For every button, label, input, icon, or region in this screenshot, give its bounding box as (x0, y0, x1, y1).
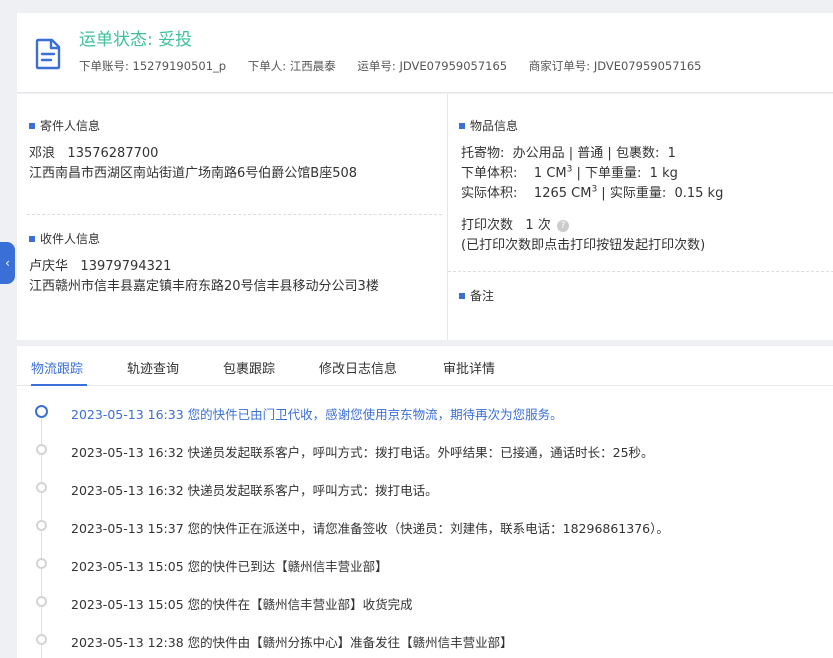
actual-volume: 1265 CM (533, 186, 592, 201)
tab-package-tracking[interactable]: 包裹跟踪 (223, 358, 275, 377)
tab-change-log[interactable]: 修改日志信息 (319, 358, 397, 377)
section-marker-icon (29, 235, 35, 242)
collapse-handle[interactable]: ‹ (0, 242, 15, 284)
question-icon[interactable]: ? (556, 220, 569, 232)
timeline-dot-icon (36, 482, 47, 493)
sender-section-title: 寄件人信息 (29, 117, 100, 134)
timeline-event: 2023-05-13 12:38 您的快件由【赣州分拣中心】准备发往【赣州信丰营… (17, 630, 833, 650)
event-time: 2023-05-13 15:37 (71, 521, 184, 536)
timeline-event: 2023-05-13 15:05 您的快件在【赣州信丰营业部】收货完成 (17, 592, 833, 612)
event-text: 您的快件由【赣州分拣中心】准备发往【赣州信丰营业部】 (187, 635, 513, 650)
print-hint: (已打印次数即点击打印按钮发起打印次数) (461, 238, 706, 253)
timeline-event: 2023-05-13 16:32 快递员发起联系客户，呼叫方式：拨打电话。 (17, 478, 833, 498)
event-text: 快递员发起联系客户，呼叫方式：拨打电话。外呼结果：已接通，通话时长：25秒。 (187, 445, 654, 460)
active-tab-indicator (31, 384, 87, 386)
orderer-label: 下单人: (247, 59, 287, 73)
tracking-panel: 物流跟踪 轨迹查询 包裹跟踪 修改日志信息 审批详情 2023-05-13 16… (17, 346, 833, 658)
timeline-dot-icon (36, 558, 47, 569)
waybill-number-label: 运单号: (357, 59, 396, 73)
remark-section-title: 备注 (459, 287, 494, 304)
actual-weight: 0.15 kg (674, 186, 724, 201)
section-divider (27, 214, 442, 215)
orderer-value: 江西晨泰 (289, 59, 336, 73)
sender-contact: 邓浪 13576287700 (29, 144, 158, 164)
receiver-address: 江西赣州市信丰县嘉定镇丰府东路20号信丰县移动分公司3楼 (29, 279, 379, 294)
package-count: 1 (667, 146, 676, 161)
merchant-order-label: 商家订单号: (528, 59, 591, 73)
event-text: 您的快件已到达【赣州信丰营业部】 (187, 559, 388, 574)
receiver-name: 卢庆华 (29, 259, 69, 274)
order-volume: 1 CM (533, 166, 567, 181)
timeline-dot-icon (35, 405, 48, 418)
tracking-tabs: 物流跟踪 轨迹查询 包裹跟踪 修改日志信息 审批详情 (17, 346, 833, 386)
timeline-dot-icon (36, 444, 47, 455)
section-marker-icon (29, 122, 35, 129)
event-time: 2023-05-13 12:38 (71, 635, 184, 650)
timeline-event: 2023-05-13 15:37 您的快件正在派送中，请您准备签收（快递员：刘建… (17, 516, 833, 536)
event-text: 您的快件在【赣州信丰营业部】收货完成 (187, 597, 413, 612)
sender-address: 江西南昌市西湖区南站街道广场南路6号伯爵公馆B座508 (29, 166, 358, 181)
tab-approval-details[interactable]: 审批详情 (443, 358, 495, 377)
print-count-value: 1 次 (525, 218, 551, 233)
receiver-section-title: 收件人信息 (29, 230, 100, 247)
section-marker-icon (459, 292, 465, 299)
goods-section-title: 物品信息 (459, 117, 518, 134)
actual-volume-weight: 实际体积: 1265 CM3 | 实际重量: 0.15 kg (461, 184, 724, 201)
timeline-dot-icon (36, 596, 47, 607)
timeline-dot-icon (36, 520, 47, 531)
event-text: 快递员发起联系客户，呼叫方式：拨打电话。 (187, 483, 438, 498)
contact-column: 寄件人信息 邓浪 13576287700 江西南昌市西湖区南站街道广场南路6号伯… (17, 94, 446, 340)
tab-route-query[interactable]: 轨迹查询 (127, 358, 179, 377)
sender-phone: 13576287700 (67, 146, 159, 161)
event-time: 2023-05-13 16:32 (71, 483, 184, 498)
info-panel: 寄件人信息 邓浪 13576287700 江西南昌市西湖区南站街道广场南路6号伯… (17, 94, 833, 340)
waybill-header: 运单状态: 妥投 下单账号: 15279190501_p 下单人: 江西晨泰 运… (17, 13, 833, 93)
receiver-phone: 13979794321 (80, 259, 172, 274)
sender-name: 邓浪 (29, 146, 56, 161)
event-text: 您的快件已由门卫代收，感谢您使用京东物流，期待再次为您服务。 (187, 407, 563, 422)
tab-logistics-tracking[interactable]: 物流跟踪 (31, 358, 83, 377)
order-volume-weight: 下单体积: 1 CM3 | 下单重量: 1 kg (461, 164, 678, 181)
waybill-meta: 下单账号: 15279190501_p 下单人: 江西晨泰 运单号: JDVE0… (79, 58, 719, 74)
timeline-event: 2023-05-13 15:05 您的快件已到达【赣州信丰营业部】 (17, 554, 833, 574)
timeline-event: 2023-05-13 16:32 快递员发起联系客户，呼叫方式：拨打电话。外呼结… (17, 440, 833, 460)
account-label: 下单账号: (79, 59, 129, 73)
event-time: 2023-05-13 15:05 (71, 559, 184, 574)
event-time: 2023-05-13 15:05 (71, 597, 184, 612)
account-value: 15279190501_p (132, 59, 227, 73)
chevron-left-icon: ‹ (5, 256, 10, 270)
merchant-order-value: JDVE07959057165 (593, 59, 702, 73)
timeline-event: 2023-05-13 16:33 您的快件已由门卫代收，感谢您使用京东物流，期待… (17, 402, 833, 422)
print-count: 打印次数 1 次 ? (461, 216, 569, 236)
receiver-contact: 卢庆华 13979794321 (29, 257, 171, 277)
goods-consign: 托寄物: 办公用品 | 普通 | 包裹数: 1 (461, 146, 676, 161)
order-weight: 1 kg (649, 166, 678, 181)
event-time: 2023-05-13 16:32 (71, 445, 184, 460)
timeline-dot-icon (36, 634, 47, 645)
section-divider (448, 271, 833, 272)
event-text: 您的快件正在派送中，请您准备签收（快递员：刘建伟，联系电话：1829686137… (187, 521, 669, 536)
waybill-status: 运单状态: 妥投 (79, 30, 193, 50)
document-icon (35, 38, 61, 70)
waybill-number-value: JDVE07959057165 (399, 59, 508, 73)
goods-column: 物品信息 托寄物: 办公用品 | 普通 | 包裹数: 1 下单体积: 1 CM3… (447, 94, 833, 340)
event-time: 2023-05-13 16:33 (71, 407, 184, 422)
section-marker-icon (459, 122, 465, 129)
